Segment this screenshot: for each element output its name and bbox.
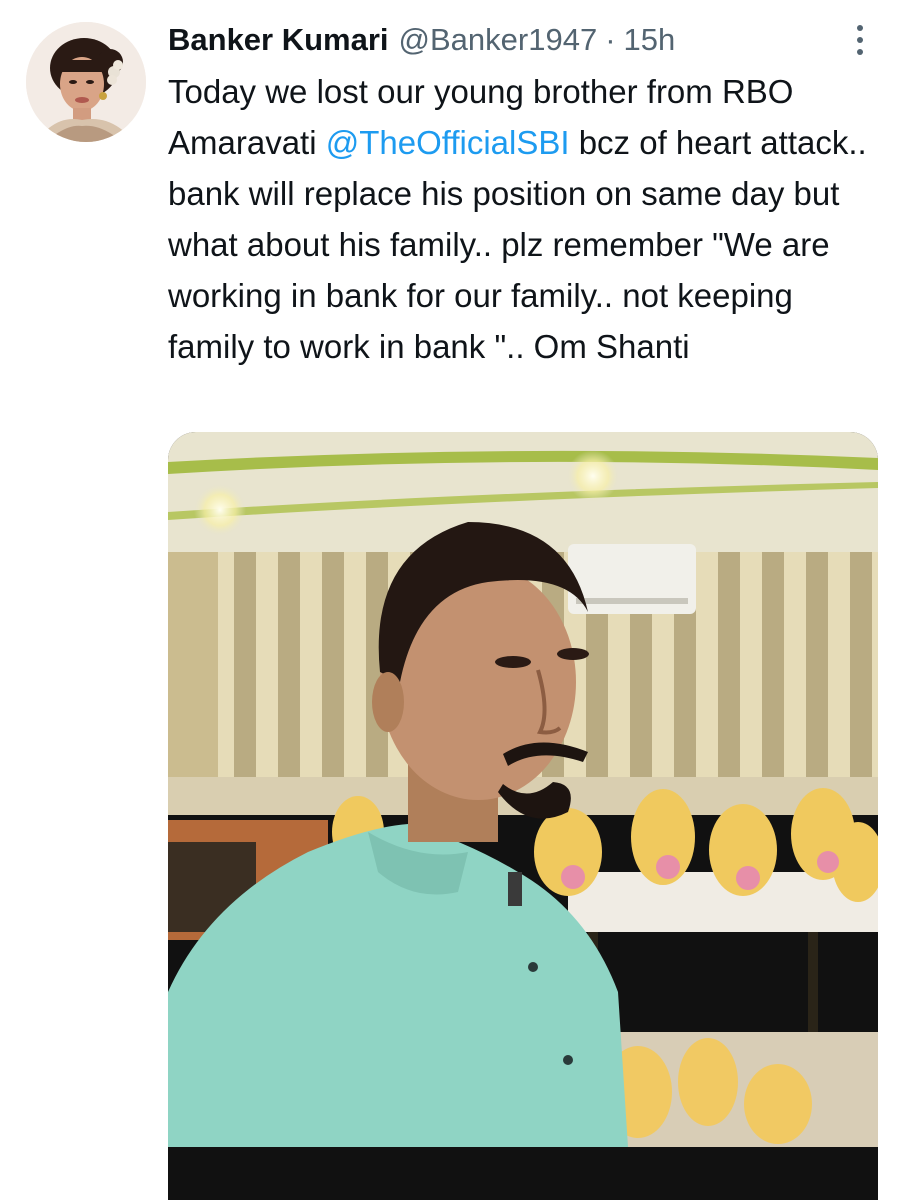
timestamp[interactable]: 15h [624, 18, 676, 62]
avatar-photo [26, 22, 146, 142]
user-handle[interactable]: @Banker1947 [399, 18, 598, 62]
more-vertical-icon[interactable] [840, 22, 880, 58]
tweet: Banker Kumari @Banker1947 · 15h Today we… [0, 0, 904, 1200]
tweet-media[interactable] [168, 432, 878, 1200]
tweet-header: Banker Kumari @Banker1947 · 15h [168, 18, 675, 62]
separator-dot: · [605, 22, 616, 57]
tweet-text: Today we lost our young brother from RBO… [168, 66, 888, 372]
display-name[interactable]: Banker Kumari [168, 18, 389, 62]
mention-link[interactable]: @TheOfficialSBI [326, 124, 570, 161]
avatar[interactable] [26, 22, 146, 142]
tweet-photo [168, 432, 878, 1200]
